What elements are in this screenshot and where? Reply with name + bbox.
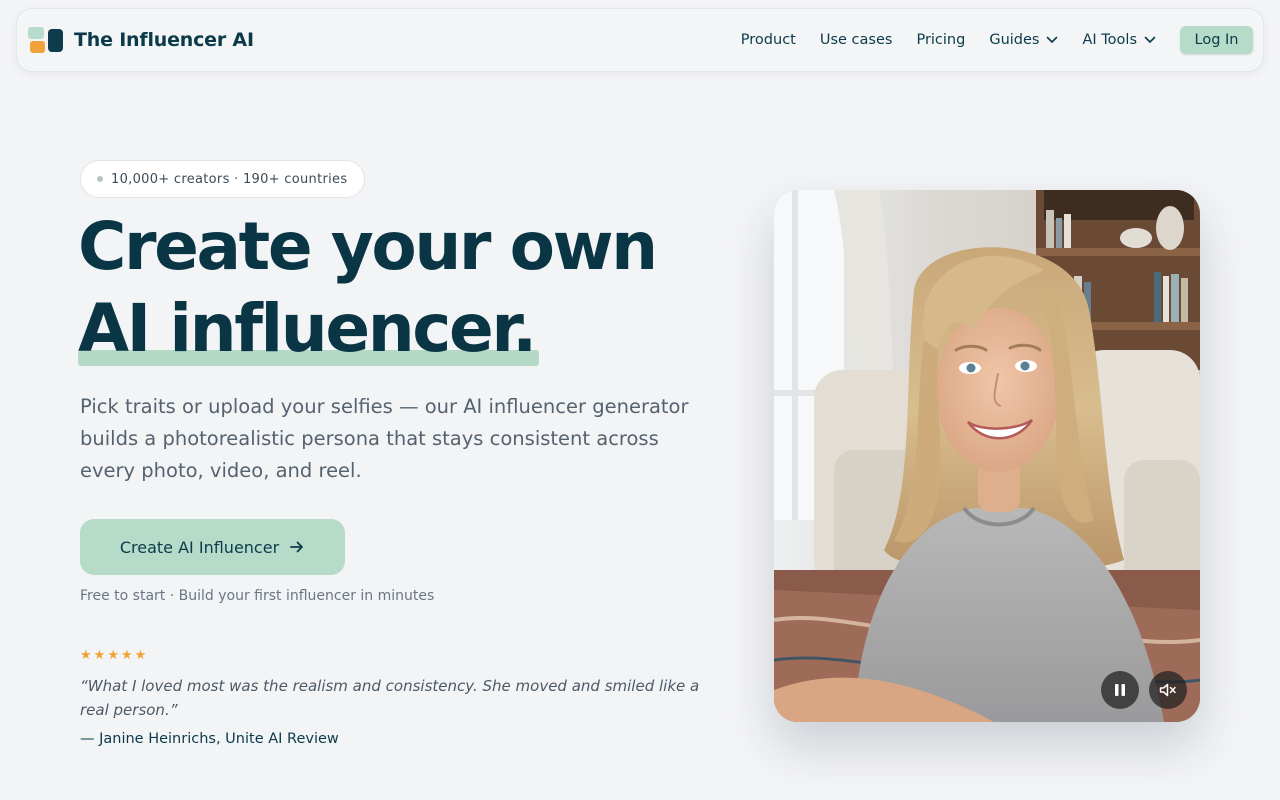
rating-stars: ★ ★ ★ ★ ★ (80, 648, 148, 663)
nav-link-guides[interactable]: Guides (989, 32, 1058, 48)
hero-video[interactable] (774, 190, 1200, 722)
create-ai-influencer-button[interactable]: Create AI Influencer (80, 519, 345, 575)
star-icon: ★ (107, 648, 119, 663)
pause-button[interactable] (1101, 671, 1139, 709)
hero-title-line-2-highlighted: AI influencer. (78, 288, 539, 370)
star-icon: ★ (120, 648, 133, 663)
pause-icon (1114, 683, 1126, 697)
star-icon: ★ (80, 648, 92, 663)
nav-link-use-cases[interactable]: Use cases (820, 32, 893, 48)
badge-dot-icon (97, 176, 103, 182)
hero-title-line-1: Create your own (78, 208, 658, 285)
cta-label: Create AI Influencer (119, 537, 280, 557)
video-frame-illustration (774, 190, 1200, 722)
logo-mark-icon (28, 27, 64, 53)
nav-link-product[interactable]: Product (741, 32, 796, 48)
chevron-down-icon (1144, 36, 1156, 44)
arrow-right-icon (289, 540, 305, 554)
login-button[interactable]: Log In (1180, 26, 1253, 54)
mute-icon (1159, 683, 1177, 697)
brand-name: The Influencer AI (74, 29, 254, 51)
testimonial-author: — Janine Heinrichs, Unite AI Review (80, 731, 339, 747)
nav-link-pricing[interactable]: Pricing (916, 32, 965, 48)
chevron-down-icon (1046, 36, 1058, 44)
nav-link-ai-tools[interactable]: AI Tools (1082, 32, 1156, 48)
nav-links: Product Use cases Pricing Guides AI Tool… (741, 26, 1253, 54)
hero-title: Create your own AI influencer. (78, 206, 758, 370)
hero-description: Pick traits or upload your selfies — our… (80, 395, 689, 482)
star-icon: ★ (93, 648, 106, 663)
badge-text: 10,000+ creators · 190+ countries (111, 171, 348, 187)
testimonial-quote: “What I loved most was the realism and c… (80, 677, 700, 719)
star-icon: ★ (134, 648, 147, 663)
mute-button[interactable] (1149, 671, 1187, 709)
cta-note: Free to start · Build your first influen… (80, 588, 435, 604)
brand-logo[interactable]: The Influencer AI (28, 27, 254, 53)
top-navbar: The Influencer AI Product Use cases Pric… (16, 8, 1264, 72)
social-proof-badge: 10,000+ creators · 190+ countries (80, 160, 366, 198)
